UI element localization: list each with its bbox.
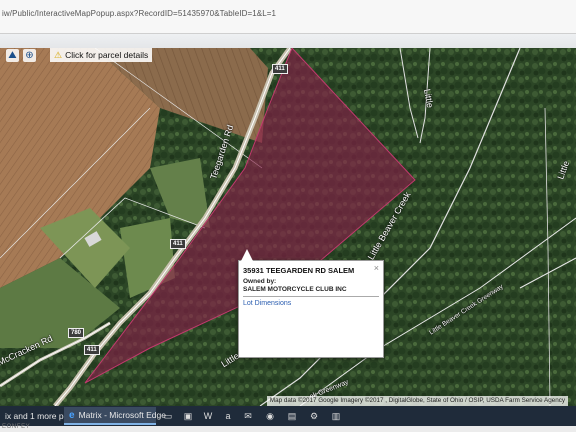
popup-pointer	[241, 249, 253, 261]
mail-icon[interactable]: ✉	[240, 408, 256, 424]
route-shield: 780	[68, 328, 85, 338]
owned-by-label: Owned by:	[243, 278, 277, 285]
document-icon[interactable]: ▥	[328, 408, 344, 424]
page-header-strip	[0, 34, 576, 48]
parcel-hint-label: Click for parcel details	[65, 50, 149, 60]
settings-icon[interactable]: ⚙	[306, 408, 322, 424]
parcel-hint-bar: ⚠ Click for parcel details	[50, 48, 153, 62]
close-icon[interactable]: ×	[374, 263, 379, 273]
warning-icon: ⚠	[54, 49, 63, 60]
route-shield: 411	[84, 345, 100, 355]
footer-strip	[0, 426, 576, 432]
map-attribution: Map data ©2017 Google Imagery ©2017 , Di…	[266, 396, 568, 406]
parcel-address: 35931 TEEGARDEN RD SALEM	[243, 266, 355, 275]
owner-name: SALEM MOTORCYCLE CLUB INC	[243, 286, 347, 293]
windows-taskbar: ix and 1 more pa... e Matrix - Microsoft…	[0, 406, 576, 426]
url-text[interactable]: iw/Public/InteractiveMapPopup.aspx?Recor…	[2, 9, 276, 18]
layers-icon[interactable]: ⛰	[6, 49, 19, 62]
app-icon[interactable]: ▤	[284, 408, 300, 424]
word-icon[interactable]: W	[200, 408, 216, 424]
folder-icon[interactable]: ▭	[160, 408, 176, 424]
map-view[interactable]: ⛰ ⊕ ⚠ Click for parcel details Teegarden…	[0, 48, 576, 406]
store-icon[interactable]: ▣	[180, 408, 196, 424]
taskbar-item-other[interactable]: ix and 1 more pa...	[0, 407, 75, 425]
popup-divider	[243, 296, 379, 297]
chrome-icon[interactable]: ◉	[262, 408, 278, 424]
edge-icon: e	[69, 409, 75, 421]
browser-address-bar[interactable]: iw/Public/InteractiveMapPopup.aspx?Recor…	[0, 0, 576, 34]
locate-icon[interactable]: ⊕	[23, 49, 36, 62]
amazon-icon[interactable]: a	[220, 408, 236, 424]
map-tools: ⛰ ⊕	[6, 48, 36, 63]
taskbar-item-label: Matrix - Microsoft Edge	[78, 410, 166, 420]
parcel-popup: × 35931 TEEGARDEN RD SALEM Owned by: SAL…	[238, 249, 384, 358]
route-shield: 411	[170, 239, 186, 249]
route-shield: 411	[272, 64, 288, 74]
taskbar-item-edge[interactable]: e Matrix - Microsoft Edge	[64, 407, 166, 425]
lot-dimensions-link[interactable]: Lot Dimensions	[243, 300, 379, 307]
footer-text: EONFEY	[2, 424, 31, 430]
